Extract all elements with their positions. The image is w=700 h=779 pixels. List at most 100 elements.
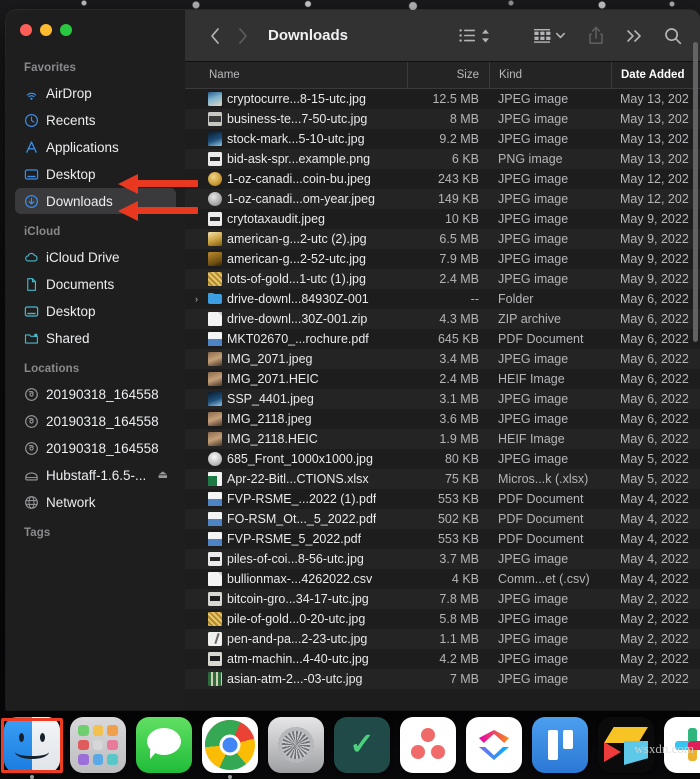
sidebar-item-icloud-drive[interactable]: iCloud Drive: [15, 244, 176, 270]
column-header-kind[interactable]: Kind: [489, 62, 611, 88]
table-row[interactable]: FVP-RSME_...2022 (1).pdf553 KBPDF Docume…: [185, 489, 700, 509]
sidebar-item-network[interactable]: Network: [15, 489, 176, 515]
share-icon[interactable]: [588, 22, 604, 50]
table-row[interactable]: business-te...7-50-utc.jpg8 MBJPEG image…: [185, 109, 700, 129]
sidebar-item-recents[interactable]: Recents: [15, 107, 176, 133]
table-row[interactable]: piles-of-coi...8-56-utc.jpg3.7 MBJPEG im…: [185, 549, 700, 569]
sidebar-item-shared[interactable]: Shared: [15, 325, 176, 351]
eject-icon[interactable]: ⏏: [158, 470, 168, 481]
file-list[interactable]: cryptocurre...8-15-utc.jpg12.5 MBJPEG im…: [185, 89, 700, 710]
forward-button[interactable]: [229, 22, 257, 50]
group-by-icon[interactable]: [533, 22, 552, 50]
finder-main-pane: Downloads: [185, 10, 700, 710]
dock-item-system-preferences[interactable]: [268, 717, 324, 773]
table-row[interactable]: american-g...2-52-utc.jpg7.9 MBJPEG imag…: [185, 249, 700, 269]
dock-item-finder[interactable]: [4, 717, 60, 773]
sidebar-item-disc-1[interactable]: 20190318_164558: [15, 381, 176, 407]
dock-item-launchpad[interactable]: [70, 717, 126, 773]
list-view-icon[interactable]: [459, 22, 476, 50]
trello-icon[interactable]: [532, 717, 588, 773]
table-row[interactable]: bitcoin-gro...34-17-utc.jpg7.8 MBJPEG im…: [185, 589, 700, 609]
zoom-button[interactable]: [60, 24, 72, 36]
back-button[interactable]: [201, 22, 229, 50]
table-row[interactable]: ›drive-downl...84930Z-001--FolderMay 6, …: [185, 289, 700, 309]
table-row[interactable]: FVP-RSME_5_2022.pdf553 KBPDF DocumentMay…: [185, 529, 700, 549]
table-row[interactable]: stock-mark...5-10-utc.jpg9.2 MBJPEG imag…: [185, 129, 700, 149]
sidebar-item-downloads[interactable]: Downloads: [15, 188, 176, 214]
table-row[interactable]: asian-atm-2...-03-utc.jpg7 MBJPEG imageM…: [185, 669, 700, 689]
dock-item-asana[interactable]: [400, 717, 456, 773]
table-row[interactable]: bullionmax-...4262022.csv4 KBComm...et (…: [185, 569, 700, 589]
sidebar-item-disc-3[interactable]: 20190318_164558: [15, 435, 176, 461]
dock-item-clickup[interactable]: [466, 717, 522, 773]
file-thumbnail-icon: [208, 392, 222, 406]
more-chevrons-icon[interactable]: [626, 22, 644, 50]
column-header-date-added[interactable]: Date Added: [611, 62, 700, 88]
dock-item-trello[interactable]: [532, 717, 588, 773]
dock-item-wrike[interactable]: ✓: [334, 717, 390, 773]
vertical-scrollbar[interactable]: [693, 42, 698, 342]
sort-chevrons-icon[interactable]: [480, 22, 491, 50]
file-thumbnail-icon: [208, 432, 222, 446]
file-size-cell: --: [407, 289, 489, 309]
table-row[interactable]: IMG_2118.jpeg3.6 MBJPEG imageMay 6, 2022: [185, 409, 700, 429]
search-icon[interactable]: [664, 22, 682, 50]
table-row[interactable]: FO-RSM_Ot..._5_2022.pdf502 KBPDF Documen…: [185, 509, 700, 529]
dock-item-chrome[interactable]: [202, 717, 258, 773]
table-row[interactable]: 1-oz-canadi...coin-bu.jpeg243 KBJPEG ima…: [185, 169, 700, 189]
table-row[interactable]: MKT02670_...rochure.pdf645 KBPDF Documen…: [185, 329, 700, 349]
disclosure-triangle-icon[interactable]: ›: [190, 294, 203, 304]
file-size-cell: 2.4 MB: [407, 369, 489, 389]
file-name-label: bitcoin-gro...34-17-utc.jpg: [227, 592, 369, 606]
dock[interactable]: ✓: [0, 710, 700, 775]
finder-icon[interactable]: [4, 717, 60, 773]
table-row[interactable]: IMG_2118.HEIC1.9 MBHEIF ImageMay 6, 2022: [185, 429, 700, 449]
launchpad-icon[interactable]: [70, 717, 126, 773]
desktop-icon: [23, 303, 39, 319]
table-row[interactable]: crytotaxaudit.jpeg10 KBJPEG imageMay 9, …: [185, 209, 700, 229]
close-button[interactable]: [20, 24, 32, 36]
column-header-name[interactable]: Name: [185, 62, 407, 88]
column-header-size[interactable]: Size: [407, 62, 489, 88]
sidebar-item-disc-2[interactable]: 20190318_164558: [15, 408, 176, 434]
sidebar-item-desktop-icloud[interactable]: Desktop: [15, 298, 176, 324]
file-kind-cell: JPEG image: [489, 449, 611, 469]
window-traffic-lights[interactable]: [20, 24, 72, 36]
table-row[interactable]: Apr-22-Bitl...CTIONS.xlsx75 KBMicros...k…: [185, 469, 700, 489]
sidebar-item-desktop[interactable]: Desktop: [15, 161, 176, 187]
view-controls[interactable]: [459, 22, 491, 50]
sidebar-item-airdrop[interactable]: AirDrop: [15, 80, 176, 106]
wrike-icon[interactable]: ✓: [334, 717, 390, 773]
table-row[interactable]: cryptocurre...8-15-utc.jpg12.5 MBJPEG im…: [185, 89, 700, 109]
dock-item-messages[interactable]: [136, 717, 192, 773]
sidebar-item-documents[interactable]: Documents: [15, 271, 176, 297]
sidebar-item-hubstaff-volume[interactable]: Hubstaff-1.6.5-... ⏏: [15, 462, 176, 488]
table-row[interactable]: SSP_4401.jpeg3.1 MBJPEG imageMay 6, 2022: [185, 389, 700, 409]
file-date-added-cell: May 6, 2022: [611, 369, 700, 389]
asana-icon[interactable]: [400, 717, 456, 773]
minimize-button[interactable]: [40, 24, 52, 36]
table-row[interactable]: bid-ask-spr...example.png6 KBPNG imageMa…: [185, 149, 700, 169]
file-size-cell: 6 KB: [407, 149, 489, 169]
file-kind-cell: JPEG image: [489, 129, 611, 149]
table-row[interactable]: pile-of-gold...0-20-utc.jpg5.8 MBJPEG im…: [185, 609, 700, 629]
table-row[interactable]: 1-oz-canadi...om-year.jpeg149 KBJPEG ima…: [185, 189, 700, 209]
sidebar-item-applications[interactable]: Applications: [15, 134, 176, 160]
table-row[interactable]: pen-and-pa...2-23-utc.jpg1.1 MBJPEG imag…: [185, 629, 700, 649]
file-name-label: IMG_2118.jpeg: [227, 412, 312, 426]
table-row[interactable]: lots-of-gold...1-utc (1).jpg2.4 MBJPEG i…: [185, 269, 700, 289]
table-row[interactable]: 685_Front_1000x1000.jpg80 KBJPEG imageMa…: [185, 449, 700, 469]
gear-icon[interactable]: [268, 717, 324, 773]
table-row[interactable]: IMG_2071.jpeg3.4 MBJPEG imageMay 6, 2022: [185, 349, 700, 369]
file-size-cell: 9.2 MB: [407, 129, 489, 149]
downloads-icon: [23, 193, 39, 209]
chrome-icon[interactable]: [202, 717, 258, 773]
table-row[interactable]: drive-downl...30Z-001.zip4.3 MBZIP archi…: [185, 309, 700, 329]
clickup-icon[interactable]: [466, 717, 522, 773]
table-row[interactable]: american-g...2-utc (2).jpg6.5 MBJPEG ima…: [185, 229, 700, 249]
group-by-control[interactable]: [533, 22, 566, 50]
table-row[interactable]: atm-machin...4-40-utc.jpg4.2 MBJPEG imag…: [185, 649, 700, 669]
table-row[interactable]: IMG_2071.HEIC2.4 MBHEIF ImageMay 6, 2022: [185, 369, 700, 389]
chevron-down-icon[interactable]: [555, 22, 566, 50]
messages-icon[interactable]: [136, 717, 192, 773]
